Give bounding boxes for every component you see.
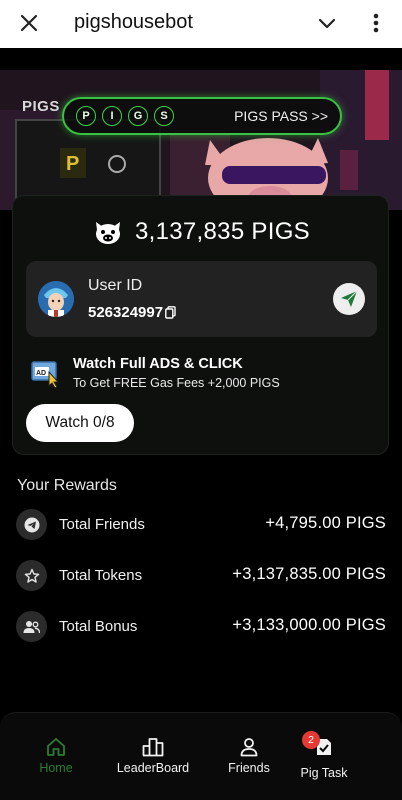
nav-label: Pig Task xyxy=(300,766,348,780)
reward-row-tokens: Total Tokens +3,137,835.00 PIGS xyxy=(16,560,386,592)
close-icon[interactable] xyxy=(16,10,42,36)
people-icon xyxy=(16,611,47,642)
nav-label: LeaderBoard xyxy=(116,761,190,775)
reward-label: Total Tokens xyxy=(59,567,143,584)
star-icon xyxy=(16,560,47,591)
send-icon xyxy=(341,290,358,307)
nav-label: Home xyxy=(39,761,73,775)
leaderboard-icon xyxy=(142,738,164,757)
pig-icon xyxy=(96,222,120,244)
chevron-down-icon[interactable] xyxy=(315,12,339,36)
banner-artwork: P xyxy=(0,70,402,210)
user-id-box: User ID 526324997 xyxy=(26,261,377,337)
rewards-title: Your Rewards xyxy=(17,477,117,494)
balance-card: 3,137,835 PIGS User ID 526324997 AD Watc… xyxy=(12,195,389,455)
pass-letter: G xyxy=(128,106,148,126)
reward-value: +3,137,835.00 PIGS xyxy=(232,565,386,583)
task-icon-wrap: 2 xyxy=(302,731,333,762)
watch-ads-button[interactable]: Watch 0/8 xyxy=(26,404,134,442)
user-id-value[interactable]: 526324997 xyxy=(88,304,176,321)
ads-icon: AD xyxy=(31,361,60,388)
reward-label: Total Friends xyxy=(59,516,145,533)
nav-home[interactable]: Home xyxy=(30,737,82,781)
send-button[interactable] xyxy=(333,283,365,315)
user-id-number: 526324997 xyxy=(88,304,164,321)
pass-letter: P xyxy=(76,106,96,126)
nav-leaderboard[interactable]: LeaderBoard xyxy=(108,737,198,781)
nav-label: Friends xyxy=(228,761,270,775)
pigs-pass-label: PIGS PASS >> xyxy=(234,108,328,124)
copy-icon[interactable] xyxy=(165,306,176,319)
avatar xyxy=(38,281,74,317)
pigs-balance: 3,137,835 PIGS xyxy=(135,218,310,245)
app-title: pigshousebot xyxy=(74,11,193,33)
person-icon xyxy=(240,738,258,757)
ads-subtitle: To Get FREE Gas Fees +2,000 PIGS xyxy=(73,376,280,390)
reward-value: +3,133,000.00 PIGS xyxy=(232,616,386,634)
svg-text:AD: AD xyxy=(36,370,46,377)
bottom-navigation: Home LeaderBoard Friends 2 Pig Task xyxy=(0,712,402,800)
ads-title: Watch Full ADS & CLICK xyxy=(73,356,243,372)
pigs-pass-button[interactable]: P I G S PIGS PASS >> xyxy=(62,97,342,135)
pass-letter: I xyxy=(102,106,122,126)
pass-letter: S xyxy=(154,106,174,126)
svg-text:P: P xyxy=(66,153,79,175)
pigs-logo-text: PIGS xyxy=(22,98,60,115)
balance-row: 3,137,835 PIGS xyxy=(13,216,390,248)
home-icon xyxy=(47,738,65,756)
reward-row-bonus: Total Bonus +3,133,000.00 PIGS xyxy=(16,611,386,643)
telegram-icon xyxy=(16,509,47,540)
reward-value: +4,795.00 PIGS xyxy=(265,514,386,532)
user-id-label: User ID xyxy=(88,277,143,294)
nav-pig-task[interactable]: 2 Pig Task xyxy=(294,731,354,781)
more-options-icon[interactable] xyxy=(364,10,388,36)
watch-ads-section: AD Watch Full ADS & CLICK To Get FREE Ga… xyxy=(31,356,371,392)
reward-label: Total Bonus xyxy=(59,618,138,635)
notification-badge: 2 xyxy=(302,731,320,749)
pigs-pass-banner: P PIGS P I G S PIGS PASS >> xyxy=(0,70,402,210)
app-bar: pigshousebot xyxy=(0,0,402,48)
nav-friends[interactable]: Friends xyxy=(222,737,276,781)
reward-row-friends: Total Friends +4,795.00 PIGS xyxy=(16,509,386,541)
